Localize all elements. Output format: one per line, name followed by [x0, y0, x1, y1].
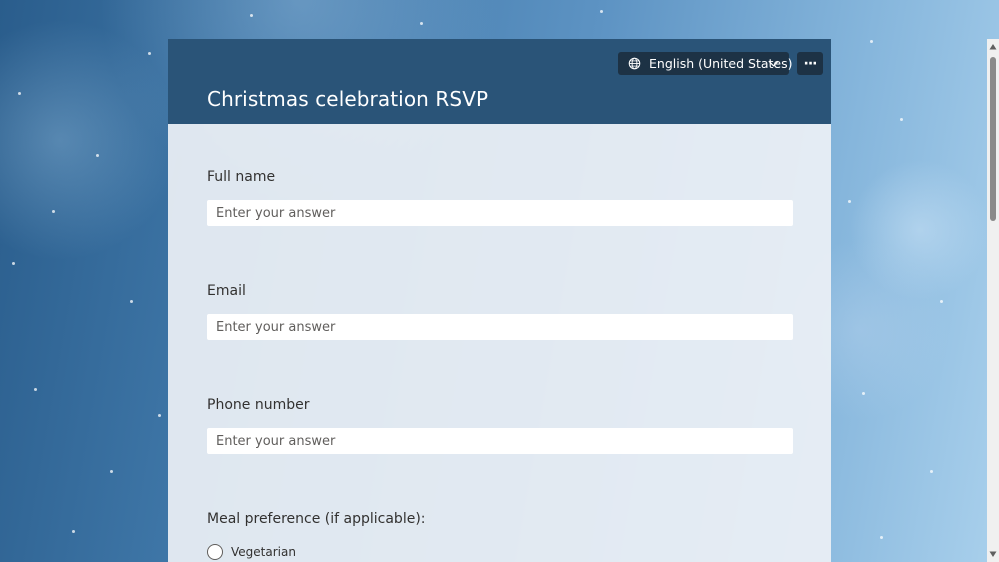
snowflake: [862, 392, 865, 395]
snowflake: [130, 300, 133, 303]
question-full-name: Full name: [207, 169, 793, 226]
snowflake: [848, 200, 851, 203]
form-card: English (United States) ··· Christmas ce…: [168, 39, 831, 562]
more-options-button[interactable]: ···: [797, 52, 823, 75]
snowflake: [250, 14, 253, 17]
page-background: English (United States) ··· Christmas ce…: [0, 0, 999, 562]
scroll-down-arrow-icon[interactable]: [989, 550, 997, 558]
snowflake: [600, 10, 603, 13]
form-header: English (United States) ··· Christmas ce…: [168, 39, 831, 124]
radio-label: Vegetarian: [231, 545, 296, 559]
snowflake: [34, 388, 37, 391]
radio-option-vegetarian[interactable]: Vegetarian: [207, 544, 296, 560]
phone-number-input[interactable]: [207, 428, 793, 454]
snowflake: [110, 470, 113, 473]
email-input[interactable]: [207, 314, 793, 340]
snowflake: [870, 40, 873, 43]
chevron-down-icon: [768, 58, 779, 69]
snowflake: [18, 92, 21, 95]
form-title: Christmas celebration RSVP: [207, 87, 489, 111]
snowflake: [880, 536, 883, 539]
snowflake: [72, 530, 75, 533]
globe-icon: [628, 57, 641, 70]
question-label: Full name: [207, 169, 276, 185]
question-label: Phone number: [207, 397, 310, 413]
snowflake: [148, 52, 151, 55]
snowflake: [12, 262, 15, 265]
snowflake: [930, 470, 933, 473]
language-selector[interactable]: English (United States): [618, 52, 793, 75]
vertical-scrollbar[interactable]: [987, 39, 999, 562]
full-name-input[interactable]: [207, 200, 793, 226]
question-label: Email: [207, 283, 246, 299]
snowflake: [158, 414, 161, 417]
snowflake: [900, 118, 903, 121]
snowflake: [52, 210, 55, 213]
radio-button[interactable]: [207, 544, 223, 560]
snowflake: [96, 154, 99, 157]
question-email: Email: [207, 283, 793, 340]
question-phone: Phone number: [207, 397, 793, 454]
snowflake: [940, 300, 943, 303]
scroll-up-arrow-icon[interactable]: [989, 43, 997, 51]
scrollbar-thumb[interactable]: [990, 57, 996, 221]
snowflake: [420, 22, 423, 25]
question-meal-preference: Meal preference (if applicable): Vegetar…: [207, 511, 793, 560]
more-horizontal-icon: ···: [803, 55, 818, 72]
question-label: Meal preference (if applicable):: [207, 511, 426, 527]
